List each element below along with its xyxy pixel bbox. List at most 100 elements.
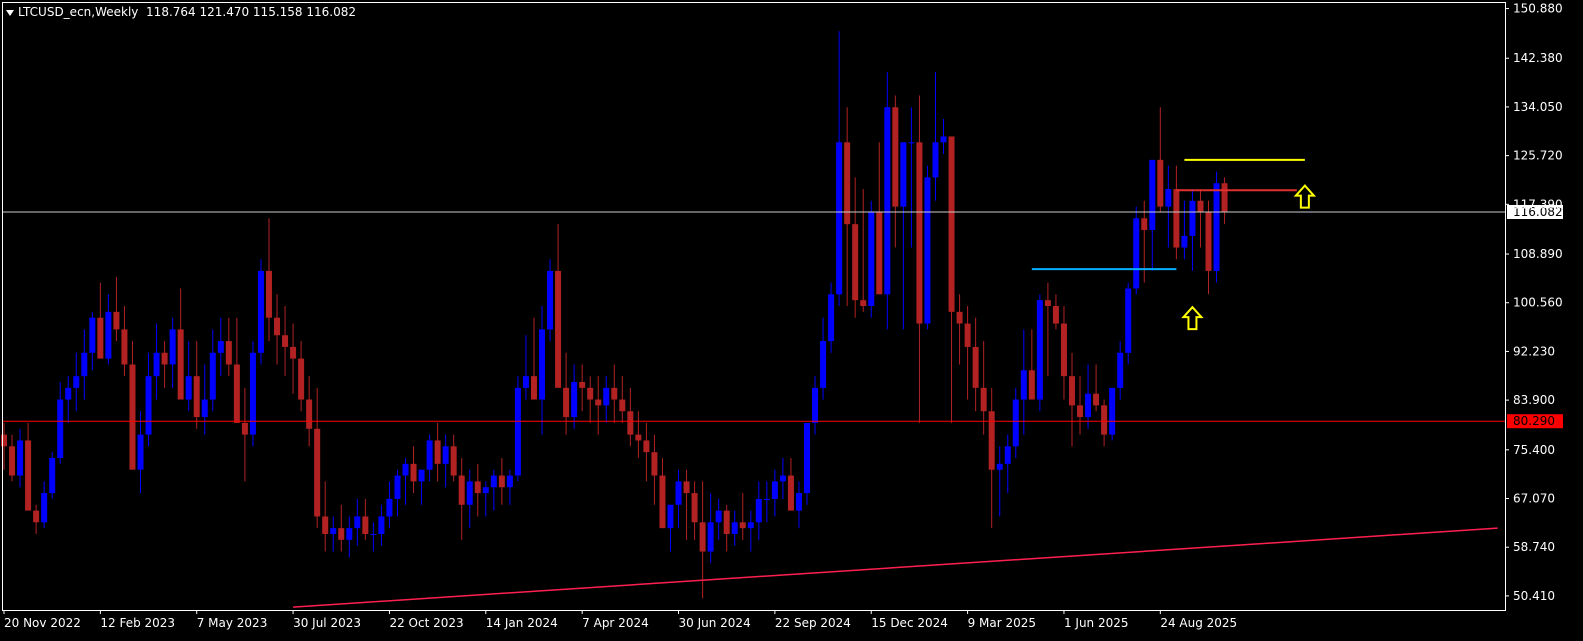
candle — [1197, 189, 1204, 248]
candle-body — [1117, 352, 1124, 388]
candle — [1165, 165, 1172, 248]
candle — [795, 481, 802, 529]
candle-body — [330, 528, 337, 534]
candle — [771, 469, 778, 517]
candle-body — [820, 341, 827, 388]
candle-body — [587, 387, 594, 400]
candle — [1221, 177, 1228, 225]
candle — [828, 282, 835, 353]
candle-body — [249, 352, 256, 435]
candle-body — [940, 136, 947, 143]
candle-body — [410, 463, 417, 482]
candle-body — [988, 411, 995, 470]
candle — [282, 306, 289, 377]
candle-body — [1157, 159, 1164, 207]
candle — [1181, 200, 1188, 260]
candle — [635, 411, 642, 458]
candle-body — [25, 440, 32, 511]
candle-body — [73, 376, 80, 388]
candle — [81, 329, 88, 400]
trendline — [293, 527, 1498, 608]
candle — [595, 376, 602, 435]
candle — [579, 364, 586, 412]
candle — [209, 329, 216, 412]
candle — [683, 469, 690, 540]
candle-body — [1093, 393, 1100, 406]
candle — [65, 376, 72, 423]
candle — [1020, 329, 1027, 435]
candle-body — [442, 446, 449, 464]
candle — [956, 294, 963, 365]
candle-body — [595, 399, 602, 406]
candle — [522, 335, 529, 400]
candle-body — [571, 382, 578, 418]
candle — [1157, 107, 1164, 213]
candle-body — [514, 387, 521, 476]
x-tick-label: 24 Aug 2025 — [1160, 616, 1237, 630]
y-tick-label: 108.890 — [1513, 247, 1563, 261]
candle-body — [1181, 235, 1188, 248]
candle-body — [860, 300, 867, 306]
candle — [225, 317, 232, 377]
candle-body — [651, 452, 658, 476]
candle-body — [129, 364, 136, 470]
candle-body — [1205, 212, 1212, 271]
candle-body — [852, 224, 859, 301]
candle — [667, 504, 674, 552]
candle — [354, 498, 361, 546]
candle — [651, 434, 658, 505]
candle-body — [563, 387, 570, 418]
candle — [988, 387, 995, 529]
candle-body — [482, 487, 489, 494]
candle-body — [1036, 300, 1043, 400]
candle — [97, 282, 104, 359]
candle-body — [1012, 399, 1019, 447]
candle-body — [779, 475, 786, 482]
candle — [876, 142, 883, 295]
candle-body — [876, 212, 883, 295]
candle — [1133, 206, 1140, 295]
y-tick-label: 117.390 — [1513, 197, 1563, 211]
candle — [627, 387, 634, 447]
candle — [980, 341, 987, 435]
candle-body — [522, 376, 529, 388]
candle-body — [683, 481, 690, 494]
candle — [153, 323, 160, 400]
candle — [1044, 282, 1051, 377]
candle — [747, 510, 754, 552]
up-arrow-icon — [1293, 184, 1317, 209]
candle-body — [274, 317, 281, 336]
candle — [450, 434, 457, 482]
candle — [1012, 387, 1019, 458]
candle-body — [996, 463, 1003, 470]
candle-body — [1133, 218, 1140, 289]
candle — [418, 469, 425, 505]
candle — [217, 317, 224, 377]
candle — [739, 493, 746, 540]
candle-body — [972, 346, 979, 388]
candle — [290, 323, 297, 394]
candle-body — [137, 434, 144, 470]
candle-body — [145, 376, 152, 435]
y-tick-label: 50.410 — [1513, 589, 1555, 603]
candle — [812, 376, 819, 435]
candle-body — [619, 399, 626, 412]
candle — [1205, 200, 1212, 295]
candle — [964, 306, 971, 400]
candle-body — [322, 516, 329, 534]
candle-body — [201, 399, 208, 418]
candle — [33, 504, 40, 534]
candle — [249, 341, 256, 447]
candle — [571, 364, 578, 429]
candle-body — [209, 352, 216, 400]
candle-body — [338, 528, 345, 540]
candle-body — [1052, 306, 1059, 324]
x-tick-label: 12 Feb 2023 — [100, 616, 175, 630]
candle-body — [1101, 405, 1108, 435]
y-tick-label: 83.900 — [1513, 393, 1555, 407]
candle-body — [908, 142, 915, 144]
candle — [1060, 306, 1067, 400]
x-tick-label: 14 Jan 2024 — [486, 616, 558, 630]
dropdown-triangle-icon[interactable] — [6, 9, 14, 16]
y-tick-label: 67.070 — [1513, 492, 1555, 506]
